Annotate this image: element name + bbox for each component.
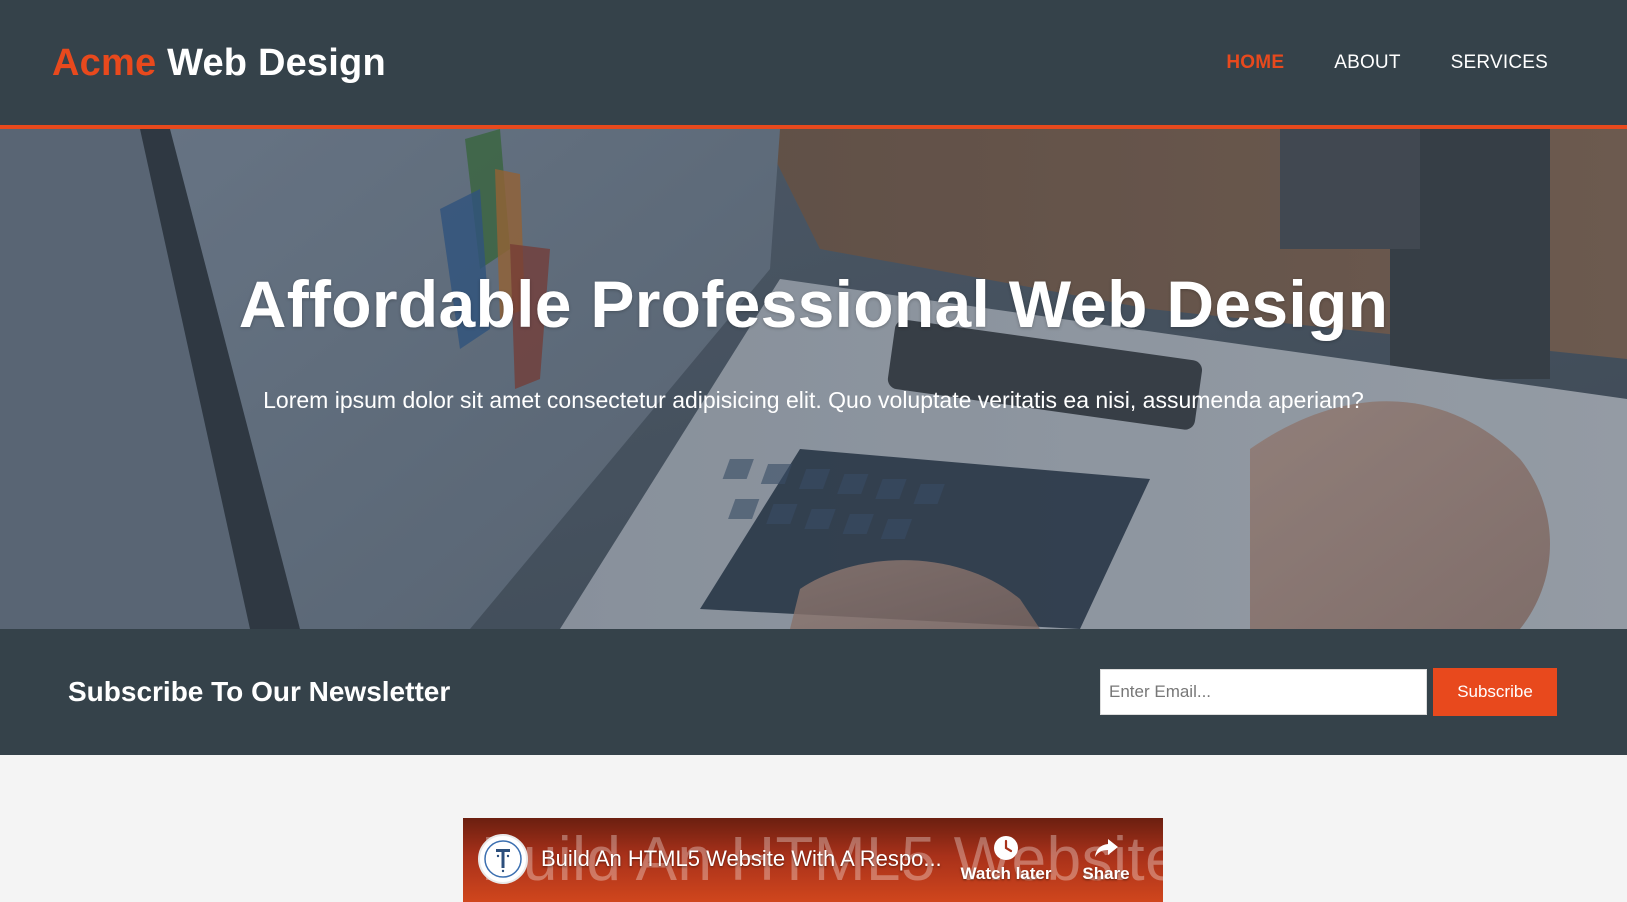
hero-title: Affordable Professional Web Design (238, 267, 1389, 341)
newsletter-section: Subscribe To Our Newsletter Subscribe (0, 629, 1627, 755)
video-embed[interactable]: Build An HTML5 Website Build An HTML5 We… (463, 818, 1163, 902)
nav-services-link[interactable]: SERVICES (1451, 52, 1548, 74)
subscribe-button[interactable]: Subscribe (1433, 668, 1557, 716)
watch-later-button[interactable]: Watch later (956, 834, 1056, 884)
brand-highlight: Acme (52, 42, 157, 84)
email-input[interactable] (1100, 669, 1427, 715)
nav-about-link[interactable]: ABOUT (1334, 52, 1400, 74)
share-button[interactable]: Share (1056, 834, 1156, 884)
share-label: Share (1082, 864, 1130, 883)
newsletter-heading: Subscribe To Our Newsletter (68, 676, 451, 707)
brand-name: Web Design (167, 42, 386, 84)
watch-later-label: Watch later (960, 864, 1052, 883)
main-nav: HOME ABOUT SERVICES (1226, 52, 1548, 74)
site-brand[interactable]: Acme Web Design (52, 42, 386, 85)
showcase-hero: Affordable Professional Web Design Lorem… (0, 129, 1627, 629)
share-arrow-icon (1095, 839, 1118, 857)
nav-home-link[interactable]: HOME (1226, 52, 1284, 74)
video-title-link[interactable]: Build An HTML5 Website With A Respo... (541, 846, 942, 872)
hero-overlay (0, 129, 1627, 629)
clock-icon (994, 836, 1018, 860)
hero-text: Lorem ipsum dolor sit amet consectetur a… (263, 387, 1364, 413)
channel-logo-icon[interactable] (478, 834, 528, 884)
site-header: Acme Web Design HOME ABOUT SERVICES (0, 0, 1627, 129)
